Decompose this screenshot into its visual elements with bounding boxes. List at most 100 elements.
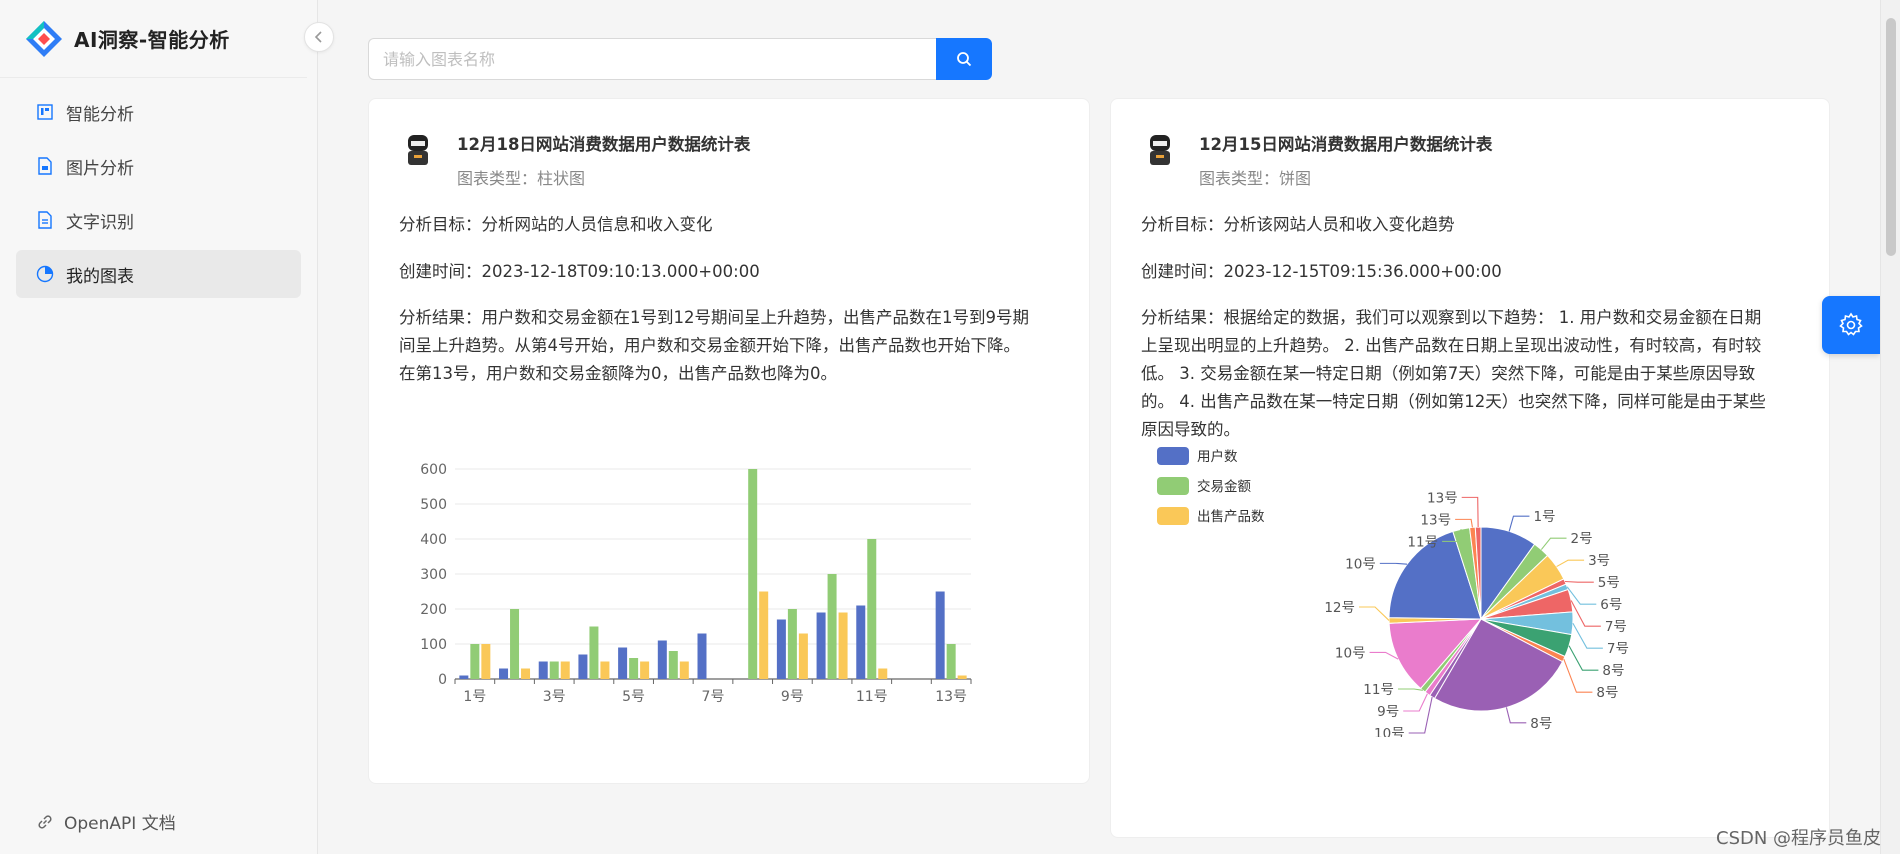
sidebar-item-label: 智能分析	[66, 104, 134, 125]
sidebar-item-label: 图片分析	[66, 158, 134, 179]
search-button[interactable]	[936, 38, 992, 80]
created-time: 创建时间：2023-12-18T09:10:13.000+00:00	[399, 262, 760, 281]
analysis-result: 分析结果：用户数和交易金额在1号到12号期间呈上升趋势，出售产品数在1号到9号期…	[369, 304, 1089, 388]
x-tick-label: 7号	[702, 689, 725, 705]
pie-label-line	[1505, 707, 1527, 724]
collapse-sidebar-button[interactable]	[304, 22, 334, 52]
bar[interactable]	[510, 609, 520, 679]
bar[interactable]	[816, 612, 826, 680]
pie-label-line	[1403, 693, 1428, 712]
bar[interactable]	[600, 661, 610, 680]
bar[interactable]	[838, 612, 848, 680]
bar[interactable]	[538, 661, 548, 680]
legend-swatch[interactable]	[1157, 507, 1189, 525]
sidebar: AI洞察-智能分析 智能分析 图片分析 文字识别 我的图表 OpenAPI 文档	[0, 0, 334, 854]
bar[interactable]	[787, 609, 797, 679]
openapi-docs-link[interactable]: OpenAPI 文档	[36, 809, 176, 834]
pie-slice-label: 2号	[1571, 531, 1593, 547]
created-time: 创建时间：2023-12-15T09:15:36.000+00:00	[1141, 262, 1502, 281]
legend-label[interactable]: 交易金额	[1197, 478, 1251, 495]
card-title: 12月18日网站消费数据用户数据统计表	[457, 135, 751, 154]
bar[interactable]	[629, 658, 639, 679]
pie-slice-label: 1号	[1533, 509, 1555, 525]
bar[interactable]	[878, 668, 888, 680]
avatar	[1150, 135, 1170, 165]
avatar	[408, 135, 428, 165]
legend-swatch[interactable]	[1157, 477, 1189, 495]
sidebar-item-smart-analysis[interactable]: 智能分析	[16, 88, 301, 136]
pie-slice-label: 11号	[1407, 534, 1438, 550]
sidebar-item-my-charts[interactable]: 我的图表	[16, 250, 301, 298]
sidebar-item-text-recognition[interactable]: 文字识别	[16, 196, 301, 244]
bar[interactable]	[459, 675, 469, 680]
pie-slice-label: 11号	[1363, 682, 1394, 698]
bar[interactable]	[560, 661, 570, 680]
settings-button[interactable]	[1822, 296, 1880, 354]
y-tick-label: 300	[420, 567, 447, 583]
page-scrollbar[interactable]	[1880, 0, 1900, 854]
bar[interactable]	[856, 605, 866, 680]
bar[interactable]	[549, 661, 559, 680]
pie-slice-label: 8号	[1596, 685, 1618, 701]
pie-slice-label: 3号	[1588, 553, 1610, 569]
pie-label-line	[1397, 688, 1423, 691]
bar[interactable]	[827, 574, 837, 679]
card-header: 12月15日网站消费数据用户数据统计表 图表类型：饼图	[1111, 99, 1829, 189]
pie-slice-label: 13号	[1427, 490, 1458, 506]
y-tick-label: 0	[438, 672, 447, 688]
brand[interactable]: AI洞察-智能分析	[0, 0, 307, 78]
link-icon	[38, 814, 52, 829]
chart-search	[368, 38, 992, 80]
bar[interactable]	[657, 640, 667, 680]
bar[interactable]	[697, 633, 707, 680]
bar[interactable]	[521, 668, 531, 680]
pie-slice-label: 8号	[1602, 663, 1624, 679]
sidebar-item-label: 我的图表	[66, 266, 134, 287]
card-title: 12月15日网站消费数据用户数据统计表	[1199, 135, 1493, 154]
y-tick-label: 500	[420, 497, 447, 513]
pie-slice-label: 10号	[1335, 645, 1366, 661]
bar[interactable]	[618, 647, 628, 680]
pie-chart: 用户数交易金额出售产品数 1号 2号 3号 5号 6号 7号 7号 8号 8号 8号 13号 13号 11…	[1157, 447, 1629, 737]
gear-icon	[1839, 312, 1863, 336]
sidebar-item-image-analysis[interactable]: 图片分析	[16, 142, 301, 190]
bar[interactable]	[957, 675, 967, 680]
scrollbar-thumb[interactable]	[1886, 18, 1896, 256]
bar[interactable]	[578, 654, 588, 680]
legend-label[interactable]: 出售产品数	[1197, 509, 1265, 525]
pie-label-line	[1540, 537, 1567, 550]
sidebar-menu: 智能分析 图片分析 文字识别 我的图表	[0, 88, 317, 298]
pie-label-line	[1369, 651, 1399, 660]
bar[interactable]	[935, 591, 945, 680]
card-header: 12月18日网站消费数据用户数据统计表 图表类型：柱状图	[369, 99, 1089, 189]
bar-chart: 0 100 200 300 400 500 600 1号 3号 5号 7号 9号 11号 13号	[420, 462, 972, 705]
x-tick-label: 11号	[856, 689, 888, 705]
bar[interactable]	[481, 644, 491, 679]
bar[interactable]	[759, 591, 769, 680]
y-tick-label: 400	[420, 532, 447, 548]
y-tick-label: 600	[420, 462, 447, 478]
chart-type-label: 图表类型：饼图	[1199, 169, 1312, 188]
app-title: AI洞察-智能分析	[74, 28, 230, 52]
pie-label-line	[1508, 515, 1530, 532]
bar[interactable]	[946, 644, 956, 679]
pie-slice-label: 8号	[1530, 716, 1552, 732]
pie-slice-label: 7号	[1605, 619, 1627, 635]
bar[interactable]	[668, 651, 678, 679]
bar[interactable]	[679, 661, 689, 680]
bar[interactable]	[589, 626, 599, 680]
result-line: 在第13号，用户数和交易金额降为0，出售产品数也降为0。	[399, 364, 837, 383]
x-tick-label: 9号	[781, 689, 804, 705]
bar[interactable]	[470, 644, 480, 679]
bar[interactable]	[867, 539, 877, 679]
legend-swatch[interactable]	[1157, 447, 1189, 465]
bar[interactable]	[748, 469, 758, 679]
x-tick-label: 1号	[463, 689, 486, 705]
bar[interactable]	[798, 633, 808, 680]
search-input[interactable]	[368, 38, 936, 80]
bar[interactable]	[776, 619, 786, 680]
legend-label[interactable]: 用户数	[1197, 448, 1238, 465]
bar[interactable]	[499, 668, 509, 680]
bar[interactable]	[640, 661, 650, 680]
pie-slice-label: 10号	[1345, 556, 1376, 572]
